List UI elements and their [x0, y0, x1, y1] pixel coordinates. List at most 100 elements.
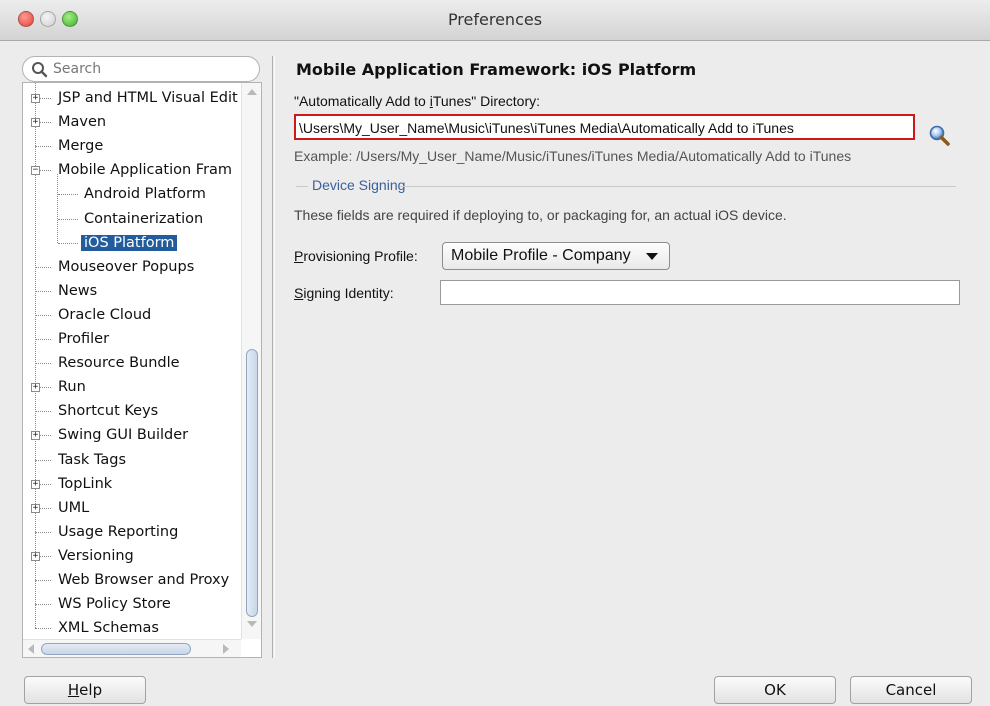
- search-box[interactable]: [22, 56, 260, 82]
- tree-item-label: Swing GUI Builder: [58, 427, 189, 444]
- tree-connector-stub: [35, 411, 51, 413]
- tree-connector-stub: [35, 363, 51, 365]
- tree-item-label: Versioning: [58, 547, 134, 564]
- collapse-toggle-icon[interactable]: −: [31, 166, 40, 176]
- tree-item-label: iOS Platform: [81, 234, 178, 251]
- itunes-label-text-end: Tunes" Directory:: [432, 93, 540, 109]
- tree-connector-stub: [35, 290, 51, 293]
- tree-item-label: Android Platform: [84, 186, 206, 203]
- tree-item-label: JSP and HTML Visual Edit: [58, 90, 238, 106]
- cancel-button[interactable]: Cancel: [850, 676, 972, 704]
- tree-item-label: Shortcut Keys: [58, 403, 159, 420]
- device-signing-note: These fields are required if deploying t…: [294, 207, 787, 223]
- itunes-directory-input[interactable]: [299, 119, 905, 137]
- expand-toggle-icon[interactable]: +: [31, 94, 40, 103]
- page-title: Mobile Application Framework: iOS Platfo…: [296, 60, 697, 79]
- tree-item-label: UML: [58, 499, 90, 516]
- tree-item[interactable]: Web Browser and Proxy: [55, 568, 232, 592]
- tree-connector-stub: [35, 266, 51, 269]
- itunes-directory-label: "Automatically Add to iTunes" Directory:: [294, 93, 540, 109]
- tree-connector-stub: [35, 604, 51, 606]
- tree-item[interactable]: Task Tags: [55, 448, 129, 472]
- preferences-tree: JSP and HTML Visual Edit Maven Merge Mobile…: [22, 82, 262, 658]
- tree-connector-stub: [58, 242, 78, 245]
- search-input[interactable]: [53, 60, 253, 78]
- tree-connector-stub: [35, 314, 51, 317]
- tree-item-label: Mobile Application Fram: [58, 162, 233, 179]
- expand-toggle-icon[interactable]: +: [31, 503, 40, 513]
- tree-item[interactable]: Oracle Cloud: [55, 303, 154, 327]
- expand-toggle-icon[interactable]: +: [31, 479, 40, 489]
- section-separator-right: [400, 186, 956, 187]
- tree-item[interactable]: Android Platform: [81, 182, 209, 206]
- expand-toggle-icon[interactable]: +: [31, 551, 40, 561]
- tree-connector-stub: [35, 459, 51, 462]
- tree-item[interactable]: Containerization: [81, 207, 206, 231]
- tree-item[interactable]: TopLink: [55, 472, 115, 496]
- tree-item[interactable]: Profiler: [55, 327, 112, 351]
- tree-item[interactable]: Run: [55, 375, 89, 399]
- tree-item[interactable]: XML Schemas: [55, 616, 162, 640]
- tree-item-label: Containerization: [84, 210, 204, 227]
- tree-item[interactable]: JSP and HTML Visual Edit: [55, 86, 241, 110]
- tree-item[interactable]: Resource Bundle: [55, 351, 183, 375]
- tree-item[interactable]: Merge: [55, 134, 106, 158]
- signing-label-mnemonic: S: [294, 285, 304, 301]
- expand-toggle-icon[interactable]: +: [31, 118, 40, 128]
- window-title: Preferences: [447, 10, 543, 29]
- tree-connector-stub: [35, 580, 51, 582]
- scroll-down-arrow-icon[interactable]: [247, 621, 257, 627]
- ok-button[interactable]: OK: [714, 676, 836, 704]
- split-pane-divider[interactable]: [272, 56, 273, 658]
- tree-item[interactable]: Swing GUI Builder: [55, 423, 191, 447]
- provisioning-profile-dropdown[interactable]: Mobile Profile - Company: [442, 242, 670, 270]
- magnifier-icon[interactable]: [928, 124, 952, 148]
- tree-connector-stub: [35, 146, 51, 148]
- tree-item[interactable]: News: [55, 279, 100, 303]
- tree-connector-stub: [58, 218, 78, 221]
- help-label: elp: [79, 681, 103, 699]
- tree-item[interactable]: Maven: [55, 110, 109, 134]
- tree-item[interactable]: WS Policy Store: [55, 592, 174, 616]
- chevron-down-icon: [646, 253, 658, 260]
- tree-item[interactable]: Usage Reporting: [55, 520, 181, 544]
- example-path-text: Example: /Users/My_User_Name/Music/iTune…: [294, 148, 852, 164]
- provisioning-profile-value: Mobile Profile - Company: [451, 247, 631, 264]
- tree-horizontal-scrollbar[interactable]: [23, 639, 241, 657]
- tree-connector-stub: [35, 628, 51, 630]
- tree-item-label: Profiler: [58, 331, 110, 347]
- tree-item-label: WS Policy Store: [58, 596, 171, 613]
- expand-toggle-icon[interactable]: +: [31, 431, 40, 441]
- scroll-left-arrow-icon[interactable]: [28, 644, 34, 654]
- help-button[interactable]: Help: [24, 676, 146, 704]
- scroll-right-arrow-icon[interactable]: [223, 644, 229, 654]
- scroll-up-arrow-icon[interactable]: [247, 89, 257, 95]
- tree-item-label: Usage Reporting: [58, 523, 179, 540]
- tree-item[interactable]: Shortcut Keys: [55, 399, 161, 423]
- tree-item[interactable]: Mouseover Popups: [55, 255, 197, 279]
- tree-item[interactable]: iOS Platform: [81, 231, 178, 255]
- tree-item[interactable]: UML: [55, 496, 92, 520]
- expand-toggle-icon[interactable]: +: [31, 383, 40, 393]
- tree-item-label: Mouseover Popups: [58, 258, 195, 275]
- tree-vertical-scrollbar[interactable]: [241, 83, 261, 639]
- tree-item-label: Run: [58, 379, 86, 396]
- tree-item-label: Maven: [58, 114, 107, 131]
- signing-identity-input[interactable]: [445, 284, 953, 301]
- tree-item-label: Web Browser and Proxy: [58, 572, 230, 588]
- help-mnemonic: H: [67, 681, 80, 699]
- signing-label-text: igning Identity:: [303, 285, 394, 301]
- signing-identity-field[interactable]: [440, 280, 960, 305]
- tree-item[interactable]: Mobile Application Fram: [55, 158, 235, 182]
- horizontal-scroll-thumb[interactable]: [41, 643, 191, 655]
- tree-item-label: XML Schemas: [58, 620, 159, 637]
- provisioning-label-mnemonic: P: [294, 248, 304, 264]
- tree-item[interactable]: Versioning: [55, 544, 137, 568]
- tree-item-label: Merge: [58, 138, 104, 155]
- vertical-scroll-thumb[interactable]: [246, 349, 258, 617]
- tree-item-label: Oracle Cloud: [58, 306, 152, 323]
- title-bar: Preferences: [0, 0, 990, 41]
- tree-item-label: News: [58, 282, 98, 299]
- itunes-directory-field[interactable]: [294, 114, 915, 140]
- device-signing-section-label: Device Signing: [312, 177, 406, 193]
